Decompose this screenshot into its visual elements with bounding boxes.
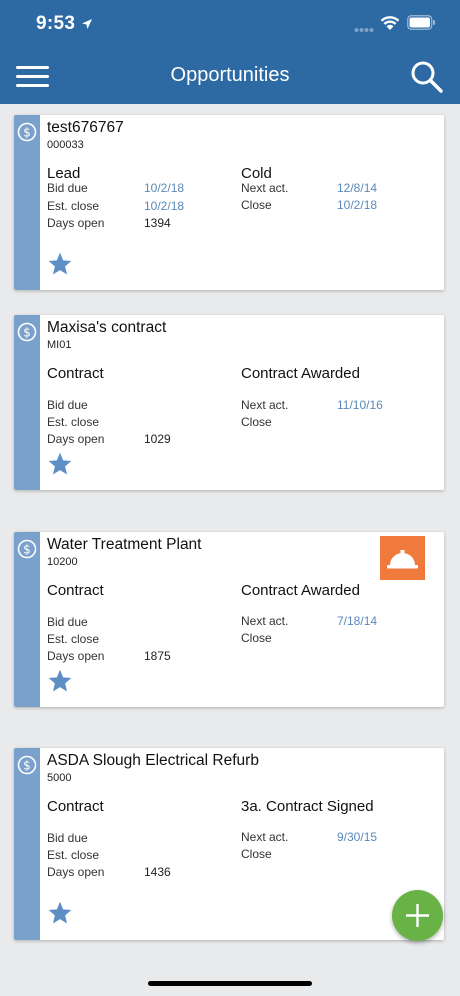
opportunity-stage: Contract Awarded — [241, 582, 360, 599]
star-icon[interactable] — [47, 668, 73, 694]
svg-text:$: $ — [23, 543, 31, 557]
opportunity-card[interactable]: $ test676767 000033 Lead Cold Bid due 10… — [14, 115, 444, 290]
close-value: 10/2/18 — [337, 198, 378, 212]
opportunity-name: ASDA Slough Electrical Refurb — [47, 752, 259, 769]
days-open-value: 1394 — [144, 216, 171, 230]
next-act-label: Next act. — [241, 398, 289, 412]
opportunity-name: test676767 — [47, 119, 124, 136]
wifi-icon — [380, 16, 400, 30]
opportunity-type: Contract — [47, 582, 104, 599]
next-act-label: Next act. — [241, 830, 289, 844]
opportunity-name: Water Treatment Plant — [47, 536, 202, 553]
days-open-value: 1029 — [144, 432, 171, 446]
close-label: Close — [241, 847, 272, 861]
location-arrow-icon — [82, 19, 92, 29]
days-open-value: 1875 — [144, 649, 171, 663]
next-act-value: 9/30/15 — [337, 830, 378, 844]
dollar-circle-icon: $ — [17, 539, 37, 559]
est-close-label: Est. close — [47, 632, 100, 646]
page-title: Opportunities — [170, 64, 290, 86]
star-icon[interactable] — [47, 900, 73, 926]
opportunity-code: 10200 — [47, 556, 78, 568]
add-opportunity-button[interactable] — [392, 890, 443, 941]
bid-due-label: Bid due — [47, 831, 88, 845]
svg-text:$: $ — [23, 126, 31, 140]
bid-due-label: Bid due — [47, 615, 88, 629]
close-label: Close — [241, 631, 272, 645]
bid-due-value: 10/2/18 — [144, 181, 185, 195]
close-label: Close — [241, 415, 272, 429]
next-act-label: Next act. — [241, 614, 289, 628]
hard-hat-icon — [380, 536, 425, 580]
opportunity-code: 000033 — [47, 139, 84, 151]
opportunity-card[interactable]: $ ASDA Slough Electrical Refurb 5000 Con… — [14, 748, 444, 940]
opportunity-type: Lead — [47, 165, 81, 182]
svg-text:$: $ — [23, 326, 31, 340]
opportunity-stage: Cold — [241, 165, 272, 182]
opportunity-type: Contract — [47, 798, 104, 815]
next-act-value: 11/10/16 — [337, 398, 383, 412]
home-indicator[interactable] — [148, 981, 312, 986]
status-time: 9:53 — [36, 13, 76, 34]
bid-due-label: Bid due — [47, 398, 88, 412]
est-close-value: 10/2/18 — [144, 199, 185, 213]
opportunity-card[interactable]: $ Maxisa's contract MI01 Contract Contra… — [14, 315, 444, 490]
days-open-label: Days open — [47, 432, 105, 446]
next-act-label: Next act. — [241, 181, 289, 195]
days-open-label: Days open — [47, 865, 105, 879]
opportunity-card[interactable]: $ Water Treatment Plant 10200 Contract C… — [14, 532, 444, 707]
opportunity-code: 5000 — [47, 772, 72, 784]
star-icon[interactable] — [47, 251, 73, 277]
app-header: 9:53 Opportunities — [0, 0, 460, 104]
opportunity-stage: Contract Awarded — [241, 365, 360, 382]
opportunity-code: MI01 — [47, 339, 72, 351]
plus-icon — [406, 904, 429, 927]
est-close-label: Est. close — [47, 415, 100, 429]
opportunity-stage: 3a. Contract Signed — [241, 798, 374, 815]
dollar-circle-icon: $ — [17, 755, 37, 775]
next-act-value: 12/8/14 — [337, 181, 378, 195]
est-close-label: Est. close — [47, 848, 100, 862]
star-icon[interactable] — [47, 451, 73, 477]
card-stripe — [14, 748, 40, 940]
next-act-value: 7/18/14 — [337, 614, 378, 628]
svg-text:$: $ — [23, 759, 31, 773]
dollar-circle-icon: $ — [17, 322, 37, 342]
opportunity-name: Maxisa's contract — [47, 319, 167, 336]
est-close-label: Est. close — [47, 199, 100, 213]
close-label: Close — [241, 198, 272, 212]
days-open-label: Days open — [47, 649, 105, 663]
days-open-label: Days open — [47, 216, 105, 230]
dollar-circle-icon: $ — [17, 122, 37, 142]
cellular-signal-icon — [354, 28, 374, 32]
days-open-value: 1436 — [144, 865, 171, 879]
search-icon[interactable] — [410, 60, 444, 94]
opportunity-type: Contract — [47, 365, 104, 382]
bid-due-label: Bid due — [47, 181, 88, 195]
battery-icon — [407, 15, 435, 30]
